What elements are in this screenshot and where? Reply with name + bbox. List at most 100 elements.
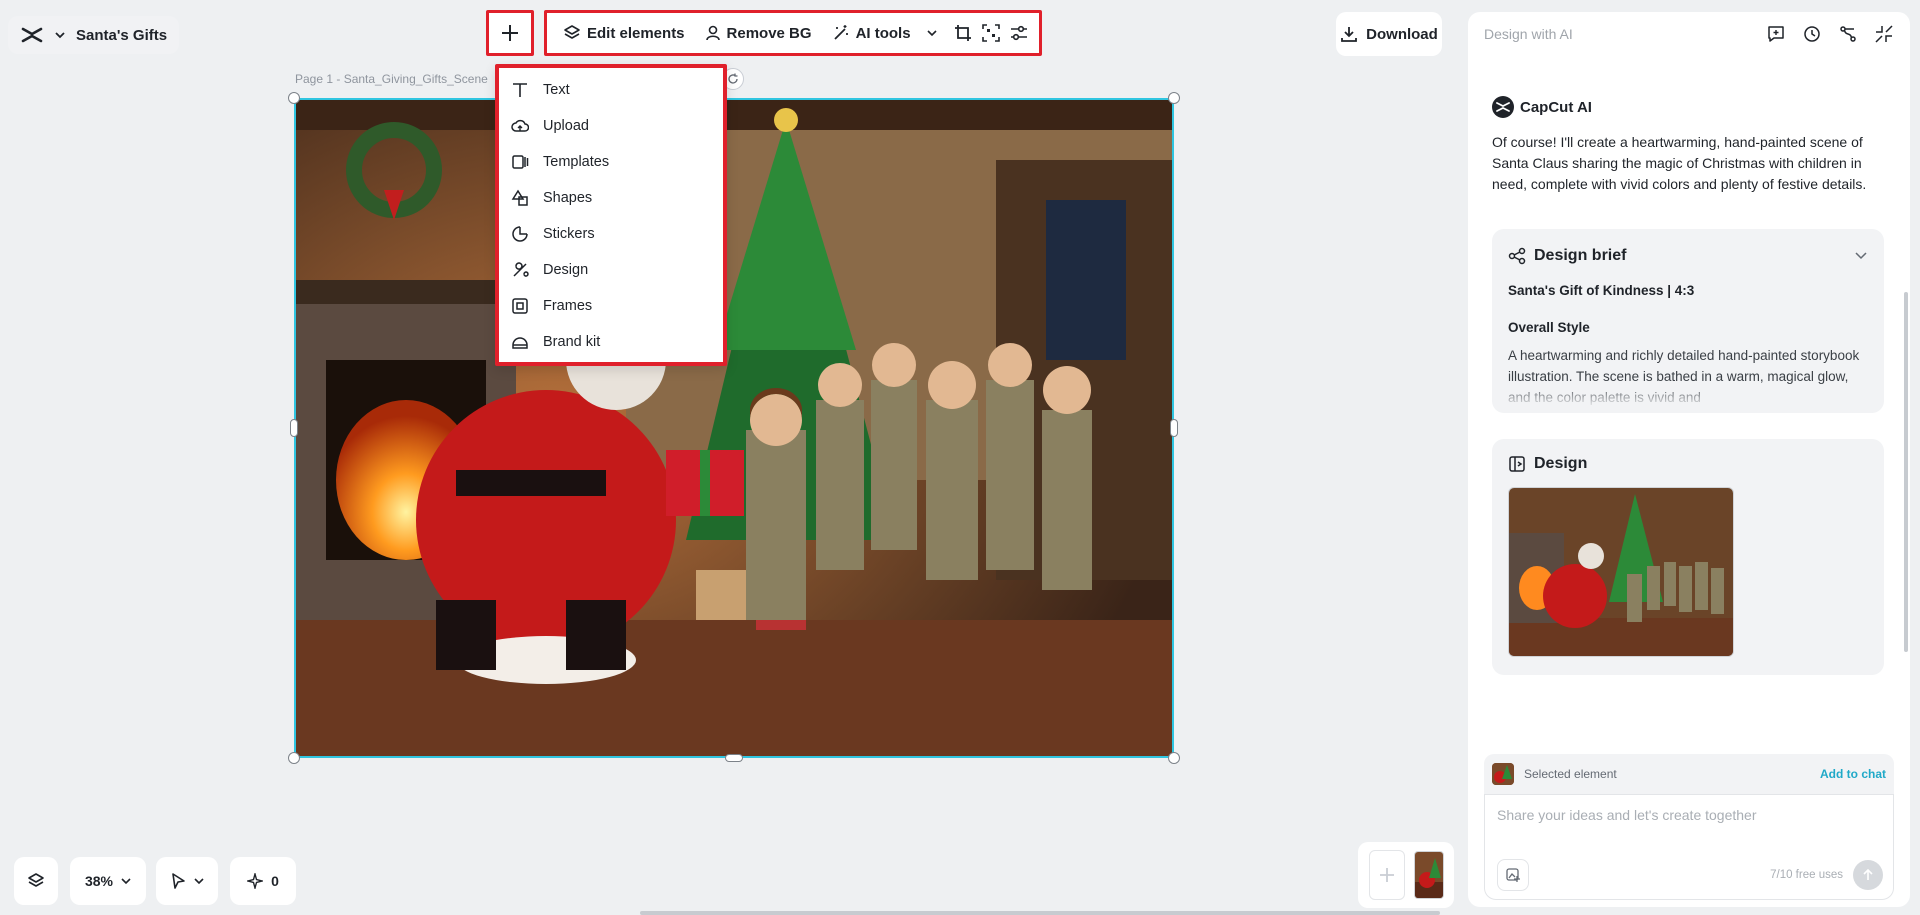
santa-scene-illustration: [296, 100, 1172, 756]
adjust-icon[interactable]: [1007, 17, 1031, 49]
chevron-down-icon: [121, 878, 131, 885]
menu-item-text[interactable]: Text: [499, 72, 723, 108]
resize-handle-bottom-left[interactable]: [288, 752, 300, 764]
image-plus-icon: [1506, 868, 1520, 882]
resize-handle-bottom[interactable]: [725, 754, 743, 762]
magic-wand-icon: [833, 25, 848, 40]
crop-icon[interactable]: [951, 17, 975, 49]
credits-count: 0: [271, 873, 279, 889]
chat-input-placeholder: Share your ideas and let's create togeth…: [1497, 807, 1757, 823]
menu-item-label: Brand kit: [543, 334, 601, 350]
edit-elements-label: Edit elements: [587, 24, 685, 42]
upload-cloud-icon: [511, 119, 529, 132]
download-label: Download: [1366, 25, 1438, 43]
cursor-icon: [172, 873, 185, 889]
sparkle-icon: [247, 873, 264, 889]
menu-item-label: Shapes: [543, 190, 593, 206]
selected-element-bar: Selected element Add to chat: [1484, 754, 1894, 794]
frame-icon: [512, 298, 528, 314]
remove-bg-button[interactable]: Remove BG: [697, 17, 820, 49]
canvas-image[interactable]: [294, 98, 1174, 758]
resize-handle-top-left[interactable]: [288, 92, 300, 104]
add-page-button[interactable]: [1368, 850, 1405, 900]
selected-element-thumbnail: [1492, 763, 1514, 785]
page-label: Page 1 - Santa_Giving_Gifts_Scene: [295, 72, 488, 86]
menu-item-upload[interactable]: Upload: [499, 108, 723, 144]
chat-input[interactable]: Share your ideas and let's create togeth…: [1484, 794, 1894, 900]
edit-elements-button[interactable]: Edit elements: [555, 17, 693, 49]
design-brief-section: Overall Style: [1508, 320, 1590, 335]
menu-item-brand-kit[interactable]: Brand kit: [499, 324, 723, 360]
layers-button[interactable]: [14, 857, 58, 905]
zoom-level: 38%: [84, 873, 114, 889]
horizontal-scrollbar[interactable]: [640, 911, 1440, 915]
scan-icon[interactable]: [979, 17, 1003, 49]
menu-item-design[interactable]: Design: [499, 252, 723, 288]
menu-item-label: Upload: [543, 118, 589, 134]
menu-item-label: Templates: [543, 154, 610, 170]
resize-handle-bottom-right[interactable]: [1168, 752, 1180, 764]
add-element-button[interactable]: [486, 10, 534, 56]
project-name[interactable]: Santa's Gifts: [76, 27, 167, 44]
assistant-name: CapCut AI: [1520, 98, 1592, 116]
design-brief-subtitle: Santa's Gift of Kindness | 4:3: [1508, 283, 1695, 298]
chevron-down-icon: [194, 878, 204, 885]
collapse-icon[interactable]: [1874, 24, 1894, 44]
chevron-down-icon: [926, 30, 937, 37]
canvas-toolbar: Edit elements Remove BG AI tools: [544, 10, 1042, 56]
free-uses-counter: 7/10 free uses: [1770, 869, 1843, 881]
zoom-dropdown[interactable]: 38%: [70, 857, 146, 905]
project-menu[interactable]: Santa's Gifts: [8, 16, 180, 54]
design-icon: [513, 262, 529, 277]
add-to-chat-link[interactable]: Add to chat: [1820, 767, 1886, 781]
share-icon[interactable]: [1838, 24, 1858, 44]
design-brief-text: A heartwarming and richly detailed hand-…: [1508, 348, 1860, 405]
ai-design-panel: Design with AI CapCut AI Of course! I'll…: [1468, 12, 1910, 907]
design-brief-title: Design brief: [1534, 247, 1627, 264]
brand-kit-icon: [512, 337, 528, 349]
menu-item-label: Text: [543, 82, 570, 98]
remove-bg-label: Remove BG: [726, 24, 812, 42]
resize-handle-top-right[interactable]: [1168, 92, 1180, 104]
menu-item-stickers[interactable]: Stickers: [499, 216, 723, 252]
vertical-scrollbar[interactable]: [1904, 292, 1908, 652]
page-thumbnail[interactable]: [1413, 851, 1444, 899]
resize-handle-left[interactable]: [290, 419, 298, 437]
person-icon: [705, 25, 720, 41]
design-result-title: Design: [1534, 455, 1588, 472]
assistant-message: Of course! I'll create a heartwarming, h…: [1492, 134, 1867, 192]
panel-title: Design with AI: [1484, 26, 1573, 42]
history-icon[interactable]: [1802, 24, 1822, 44]
capcut-logo-icon: [20, 23, 44, 47]
ai-tools-label: AI tools: [855, 24, 911, 42]
design-result-header: Design: [1508, 455, 1868, 473]
text-icon: [513, 83, 527, 97]
send-button[interactable]: [1853, 860, 1883, 890]
plus-icon: [1379, 868, 1394, 882]
ai-tools-button[interactable]: AI tools: [824, 17, 947, 49]
new-chat-icon[interactable]: [1766, 24, 1786, 44]
design-brief-card[interactable]: Design brief Santa's Gift of Kindness | …: [1492, 229, 1884, 413]
attach-image-button[interactable]: [1497, 859, 1529, 891]
menu-item-templates[interactable]: Templates: [499, 144, 723, 180]
selected-element-label: Selected element: [1524, 767, 1617, 781]
design-brief-header: Design brief: [1508, 247, 1868, 265]
sticker-icon: [512, 226, 528, 242]
chevron-down-icon[interactable]: [54, 26, 66, 44]
resize-handle-right[interactable]: [1170, 419, 1178, 437]
layers-icon: [564, 25, 580, 39]
design-result-card: Design: [1492, 439, 1884, 675]
menu-item-frames[interactable]: Frames: [499, 288, 723, 324]
pointer-tool-dropdown[interactable]: [156, 857, 218, 905]
design-thumbnail[interactable]: [1508, 487, 1734, 657]
menu-item-shapes[interactable]: Shapes: [499, 180, 723, 216]
templates-icon: [512, 155, 529, 169]
download-button[interactable]: Download: [1336, 12, 1442, 56]
layers-icon: [28, 873, 44, 887]
arrow-up-icon: [1863, 868, 1873, 880]
design-doc-icon: [1509, 456, 1525, 472]
ai-credits-button[interactable]: 0: [230, 857, 296, 905]
share-nodes-icon: [1508, 247, 1526, 265]
chevron-down-icon[interactable]: [1854, 251, 1868, 261]
menu-item-label: Frames: [543, 298, 593, 314]
